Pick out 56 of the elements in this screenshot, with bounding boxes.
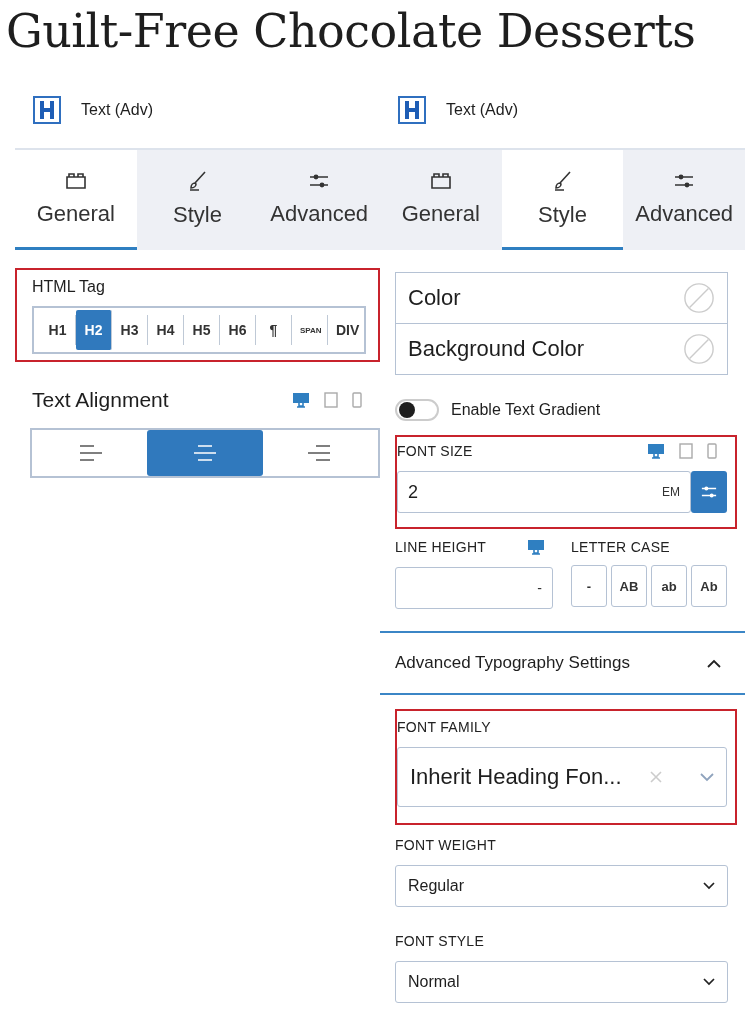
align-right-icon (308, 443, 333, 463)
page-title: Guilt-Free Chocolate Desserts (5, 3, 697, 60)
panel-tab[interactable]: Advanced (623, 150, 745, 250)
section-label: Text Alignment (32, 388, 169, 412)
heading-block-icon (33, 96, 61, 124)
font-family-select[interactable]: Inherit Heading Fon... (397, 747, 727, 807)
tag-option[interactable]: H2 (76, 310, 112, 350)
desktop-icon[interactable] (527, 539, 545, 555)
tag-option[interactable]: DIV (328, 315, 364, 345)
field-label: FONT SIZE (397, 443, 473, 459)
font-style-select[interactable]: Normal (395, 961, 728, 1003)
block-title: Text (Adv) (81, 101, 153, 119)
field-label: FONT FAMILY (397, 719, 492, 735)
toggle-switch[interactable] (395, 399, 439, 421)
tag-option[interactable]: H4 (148, 315, 184, 345)
sliders-icon (700, 484, 718, 500)
letter-case-button[interactable]: ab (651, 565, 687, 607)
desktop-icon[interactable] (292, 392, 310, 408)
heading-block-icon (398, 96, 426, 124)
chevron-down-icon (703, 882, 715, 890)
toolbox-icon (63, 170, 88, 191)
line-height-field[interactable]: - (395, 567, 553, 609)
no-color-icon (683, 333, 715, 365)
tag-option[interactable]: H5 (184, 315, 220, 345)
color-setting-row[interactable]: Background Color (396, 323, 727, 374)
desktop-icon[interactable] (647, 443, 665, 459)
toggle-label: Enable Text Gradient (451, 401, 601, 419)
toolbox-icon (428, 170, 453, 191)
chevron-down-icon (700, 772, 714, 782)
field-label: HTML Tag (32, 278, 106, 296)
panel-tab[interactable]: General (380, 150, 502, 250)
chevron-down-icon (703, 978, 715, 986)
field-label: LETTER CASE (571, 539, 671, 555)
panel-tab[interactable]: Style (136, 150, 259, 250)
no-color-icon (683, 282, 715, 314)
tag-option[interactable]: H3 (112, 315, 148, 345)
letter-case-button[interactable]: Ab (691, 565, 727, 607)
align-left-icon (77, 443, 102, 463)
accordion-header[interactable]: Advanced Typography Settings (380, 631, 745, 695)
phone-icon[interactable] (707, 443, 717, 459)
font-size-field[interactable]: 2 EM (397, 471, 691, 513)
color-setting-row[interactable]: Color (396, 273, 727, 323)
align-center-icon (193, 443, 217, 463)
field-label: FONT STYLE (395, 933, 486, 949)
tag-option[interactable]: ¶ (256, 315, 292, 345)
field-label: LINE HEIGHT (395, 539, 487, 555)
field-label: FONT WEIGHT (395, 837, 498, 853)
tag-option[interactable]: H6 (220, 315, 256, 345)
unit-settings-button[interactable] (691, 471, 727, 513)
letter-case-button[interactable]: - (571, 565, 607, 607)
panel-tab[interactable]: Advanced (258, 150, 380, 250)
block-title: Text (Adv) (446, 101, 518, 119)
font-weight-select[interactable]: Regular (395, 865, 728, 907)
phone-icon[interactable] (352, 392, 362, 408)
tag-option[interactable]: SPAN (292, 315, 328, 345)
letter-case-button[interactable]: AB (611, 565, 647, 607)
